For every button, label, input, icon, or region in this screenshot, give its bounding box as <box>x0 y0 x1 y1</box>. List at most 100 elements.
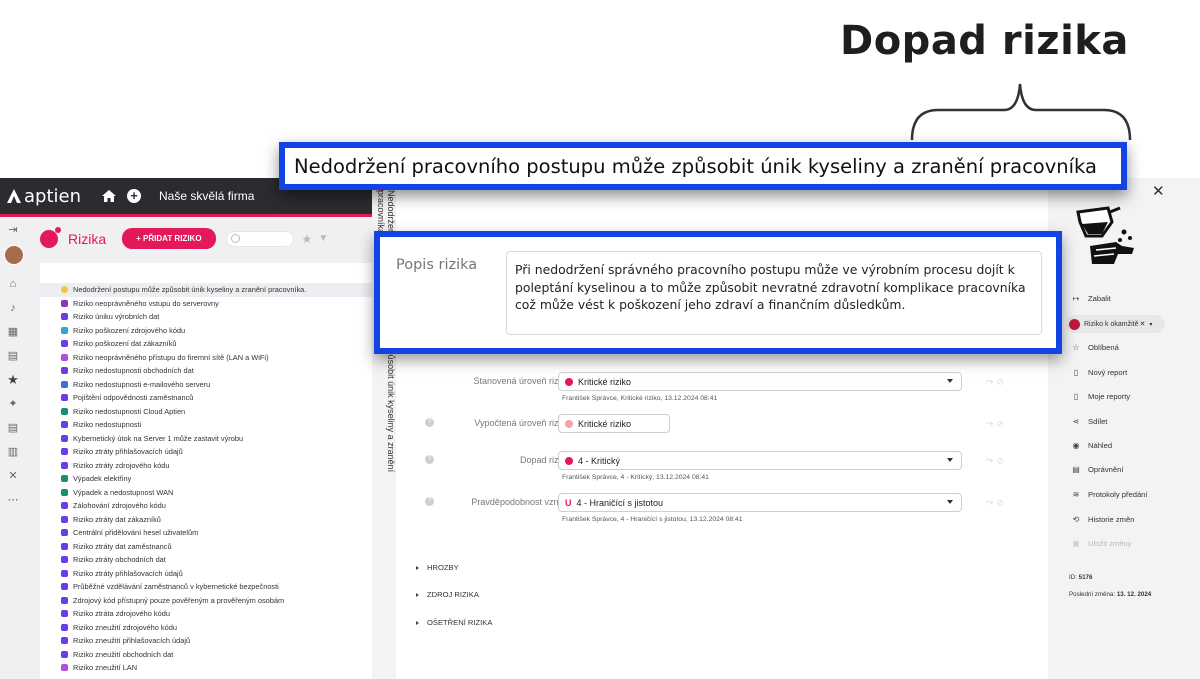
action-handover[interactable]: ≋ Protokoly předání <box>1071 490 1148 499</box>
company-name[interactable]: Naše skvělá firma <box>159 189 254 203</box>
risk-list-item[interactable]: Riziko ztráty dat zákazníků <box>40 513 392 527</box>
filter-icon[interactable]: ▼ <box>318 233 328 244</box>
risk-list-item[interactable]: Pojištění odpovědnosti zaměstnanců <box>40 391 392 405</box>
risk-list-item[interactable]: Riziko nedostupnosti Cloud Aptien <box>40 405 392 419</box>
risk-list-item[interactable]: Průběžné vzdělávání zaměstnanců v kybern… <box>40 580 392 594</box>
favorites-filter-icon[interactable]: ★ <box>302 232 313 246</box>
risk-list-item[interactable]: Nedodržení postupu může způsobit únik ky… <box>40 283 392 297</box>
avatar[interactable] <box>4 245 24 265</box>
document-icon[interactable]: ▤ <box>6 349 20 363</box>
risk-list-item[interactable]: Riziko nedostupnosti <box>40 418 392 432</box>
risk-list-item[interactable]: Riziko poškození zdrojového kódu <box>40 324 392 338</box>
risk-list-item[interactable]: Zálohování zdrojového kódu <box>40 499 392 513</box>
risk-list-item[interactable]: Riziko zneužití zdrojového kódu <box>40 621 392 635</box>
logo-text: aptien <box>24 185 81 207</box>
field-value-text: Kritické riziko <box>578 376 632 387</box>
risk-list-item[interactable]: Riziko poškození dat zákazníků <box>40 337 392 351</box>
add-icon[interactable]: + <box>127 189 141 203</box>
risk-list-item[interactable]: Riziko neoprávněného vstupu do serverovn… <box>40 297 392 311</box>
risk-list-item[interactable]: Riziko nedostupnosti obchodních dat <box>40 364 392 378</box>
file-icon[interactable]: ▤ <box>6 421 20 435</box>
risk-list-item[interactable]: Kybernetický útok na Server 1 může zasta… <box>40 432 392 446</box>
field-value[interactable]: 4 - Kritický <box>558 451 962 470</box>
risk-list-item[interactable]: Riziko zneužití přihlašovacích údajů <box>40 634 392 648</box>
risk-list-item[interactable]: Riziko ztráty obchodních dat <box>40 553 392 567</box>
list-header: Rizika + PŘIDAT RIZIKO ★ ▼ <box>40 226 328 249</box>
field-value[interactable]: U 4 - Hraničící s jistotou <box>558 493 962 512</box>
action-label: Sdílet <box>1088 417 1108 426</box>
risk-bomb-icon <box>40 226 61 248</box>
risk-list-item[interactable]: Riziko ztráty zdrojového kódu <box>40 459 392 473</box>
more-icon[interactable]: ⋯ <box>6 493 20 507</box>
dropdown-arrow-icon <box>947 379 953 383</box>
close-icon[interactable]: ✕ <box>1152 182 1165 200</box>
field-value[interactable]: Kritické riziko <box>558 372 962 391</box>
risk-list-item-label: Riziko úniku výrobních dat <box>73 312 160 322</box>
risk-type-icon <box>61 664 68 672</box>
logo[interactable]: aptien <box>6 186 81 207</box>
expand-arrow-icon <box>416 592 419 597</box>
form-row: ? Vypočtená úroveň rizika Kritické riziko ⤳… <box>396 414 1048 454</box>
risk-list-item[interactable]: Riziko ztráty přihlašovacích údajů <box>40 445 392 459</box>
field-action-icons[interactable]: ⤳⊘ <box>986 376 1007 387</box>
field-action-icons[interactable]: ⤳⊘ <box>986 418 1007 429</box>
add-risk-button[interactable]: + PŘIDAT RIZIKO <box>122 228 216 249</box>
risk-list-item-label: Riziko nedostupnosti e-mailového serveru <box>73 379 211 389</box>
risk-list-item[interactable]: Riziko ztráty dat zaměstnanců <box>40 540 392 554</box>
search-input[interactable] <box>225 230 294 247</box>
risk-list-item[interactable]: Riziko nedostupnosti e-mailového serveru <box>40 378 392 392</box>
help-icon[interactable]: ? <box>425 497 434 506</box>
risk-list-item[interactable]: Riziko zneužití obchodních dat <box>40 648 392 662</box>
callout-description: Popis rizika Při nedodržení správného pr… <box>374 231 1062 354</box>
expand-sidebar-icon[interactable]: ⇥ <box>6 223 20 237</box>
risk-list-item[interactable]: Riziko úniku výrobních dat <box>40 310 392 324</box>
risk-list-item[interactable]: Riziko neoprávněného přístupu do firemní… <box>40 351 392 365</box>
bell-icon[interactable]: ♪ <box>6 301 20 315</box>
help-icon[interactable]: ? <box>425 418 434 427</box>
risk-type-icon <box>61 488 68 496</box>
permissions-icon: ▤ <box>1072 465 1080 474</box>
action-eye[interactable]: ◉ Náhled <box>1071 441 1113 450</box>
action-star-outline[interactable]: ☆ Oblíbená <box>1071 343 1118 352</box>
help-icon[interactable]: ? <box>425 455 434 464</box>
risk-list-item[interactable]: Zdrojový kód přístupný pouze pověřeným a… <box>40 594 392 608</box>
risk-list-item-label: Riziko ztráta zdrojového kódu <box>73 609 170 619</box>
section-toggle[interactable]: ZDROJ RIZIKA <box>416 590 479 599</box>
pin-icon[interactable]: ✦ <box>6 397 20 411</box>
action-history[interactable]: ⟲ Historie změn <box>1071 515 1135 524</box>
risk-list-item[interactable]: Centrální přidělování hesel uživatelům <box>40 526 392 540</box>
field-action-icons[interactable]: ⤳⊘ <box>986 455 1007 466</box>
action-reports[interactable]: ▯ Moje reporty <box>1071 392 1130 401</box>
star-icon[interactable]: ★ <box>6 373 20 387</box>
action-save[interactable]: ▣ Uložit změny <box>1071 539 1131 548</box>
action-report[interactable]: ▯ Nový report <box>1071 368 1127 377</box>
risk-list-item-label: Riziko zneužití obchodních dat <box>73 649 174 659</box>
field-change-meta: František Správce, 4 - Hraničící s jisto… <box>562 516 743 523</box>
risk-type-icon <box>61 286 68 294</box>
tools-icon[interactable]: ✕ <box>6 469 20 483</box>
action-share[interactable]: ⋖ Sdílet <box>1071 417 1108 426</box>
risk-list-item-label: Riziko poškození zdrojového kódu <box>73 325 186 335</box>
status-pill[interactable]: Riziko k okamžitě ✕ ▾ <box>1066 315 1165 333</box>
section-toggle[interactable]: OŠETŘENÍ RIZIKA <box>416 618 492 627</box>
clear-status-icon[interactable]: ✕ <box>1139 320 1145 328</box>
collapse-button[interactable]: ↦ Zabalit <box>1071 294 1111 303</box>
chevron-down-icon[interactable]: ▾ <box>1149 321 1152 328</box>
risk-list-item-label: Riziko nedostupnosti obchodních dat <box>73 366 194 376</box>
action-permissions[interactable]: ▤ Oprávnění <box>1071 465 1123 474</box>
clipboard-icon[interactable]: ▥ <box>6 445 20 459</box>
risk-list-item[interactable]: Riziko ztráty přihlašovacích údajů <box>40 567 392 581</box>
field-action-icons[interactable]: ⤳⊘ <box>986 497 1007 508</box>
risk-list-item[interactable]: Riziko ztráta zdrojového kódu <box>40 607 392 621</box>
id-label: ID: <box>1069 574 1077 581</box>
collapse-icon: ↦ <box>1072 294 1080 303</box>
home-nav-icon[interactable]: ⌂ <box>6 277 20 291</box>
risk-list-item[interactable]: Riziko zneužití LAN <box>40 661 392 675</box>
risk-list-item[interactable]: Výpadek elektřiny <box>40 472 392 486</box>
risk-list-item[interactable]: Výpadek a nedostupnost WAN <box>40 486 392 500</box>
home-icon[interactable] <box>101 188 117 204</box>
calendar-icon[interactable]: ▦ <box>6 325 20 339</box>
section-toggle[interactable]: HROZBY <box>416 563 459 572</box>
last-change-value: 13. 12. 2024 <box>1116 591 1152 598</box>
description-field[interactable]: Při nedodržení správného pracovního post… <box>506 251 1042 335</box>
